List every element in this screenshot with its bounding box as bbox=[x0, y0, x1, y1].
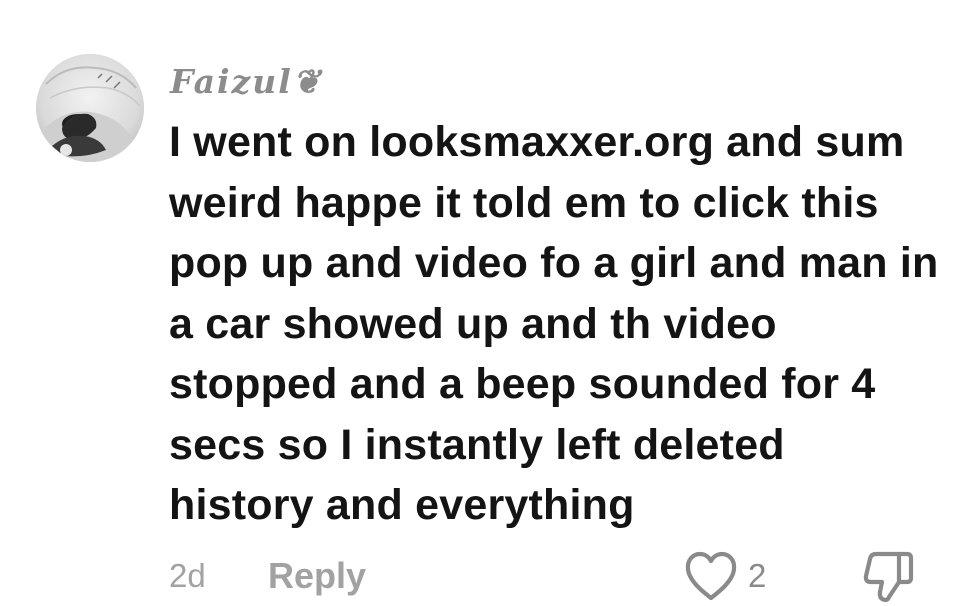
comment-actions: 2d Reply 2 bbox=[0, 548, 960, 606]
thumbs-down-icon bbox=[863, 551, 914, 603]
like-button[interactable] bbox=[682, 548, 740, 604]
comment-text: I went on looksmaxxer.org and sum weird … bbox=[169, 118, 939, 529]
username[interactable]: Faizul❦ bbox=[170, 60, 322, 104]
timestamp: 2d bbox=[169, 557, 206, 594]
avatar[interactable] bbox=[36, 54, 144, 162]
heart-icon bbox=[685, 551, 737, 601]
dislike-button[interactable] bbox=[858, 548, 918, 604]
comment-item: Faizul❦ I went on looksmaxxer.org and su… bbox=[0, 0, 960, 606]
like-count: 2 bbox=[748, 557, 767, 594]
reply-button[interactable]: Reply bbox=[268, 554, 366, 598]
avatar-image bbox=[36, 54, 144, 162]
